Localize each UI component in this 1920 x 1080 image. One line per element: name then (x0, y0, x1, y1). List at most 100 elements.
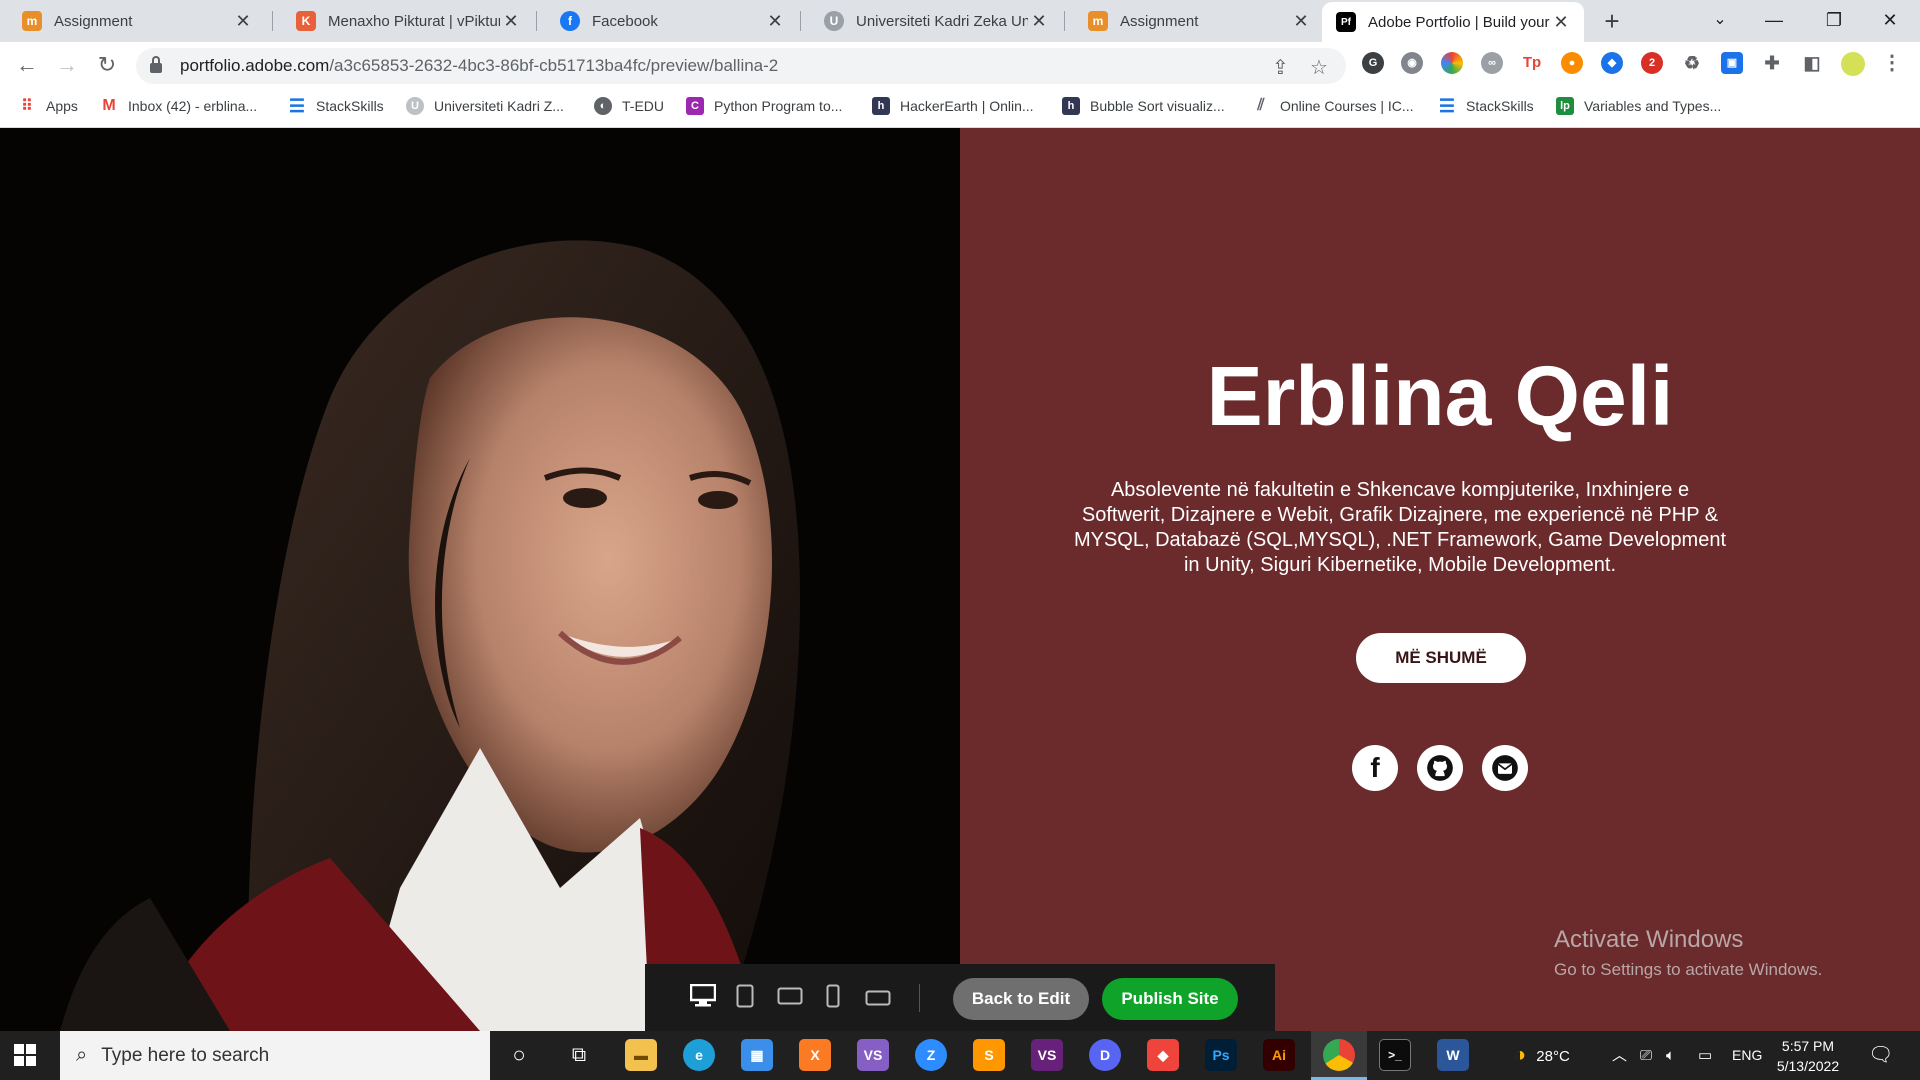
phone-landscape-icon[interactable] (865, 990, 891, 1006)
screen-recorder-extension-icon[interactable]: ▣ (1721, 52, 1743, 74)
menu-kebab-icon[interactable]: ⋮ (1881, 52, 1903, 74)
record-extension-icon[interactable]: ● (1561, 52, 1583, 74)
share-icon[interactable]: ⇪ (1272, 55, 1289, 80)
new-tab-button[interactable]: + (1596, 4, 1628, 38)
wappalyzer-extension-icon[interactable]: ∞ (1481, 52, 1503, 74)
bookmark-stackskills[interactable]: ☰ StackSkills (288, 88, 384, 124)
preview-toolbar: Back to Edit Publish Site (645, 964, 1275, 1031)
tab-title: Universiteti Kadri Zeka Univ (856, 12, 1028, 30)
windows-start-icon[interactable] (14, 1044, 36, 1066)
stop-extension-icon[interactable]: 2 (1641, 52, 1663, 74)
university-favicon-icon: U (824, 11, 844, 31)
store-icon[interactable]: ▦ (741, 1039, 773, 1071)
word-icon[interactable]: W (1437, 1039, 1469, 1071)
camera-extension-icon[interactable]: ◉ (1401, 52, 1423, 74)
task-view-icon[interactable]: ⧉ (563, 1039, 595, 1071)
tray-chevron-icon[interactable]: ︿ (1612, 1031, 1627, 1080)
bookmark-hackerearth[interactable]: h HackerEarth | Onlin... (872, 88, 1034, 124)
tab-title: Assignment (1120, 12, 1199, 30)
discord-icon[interactable]: D (1089, 1039, 1121, 1071)
bookmark-python-program[interactable]: C Python Program to... (686, 88, 842, 124)
back-arrow-icon[interactable]: ← (10, 48, 44, 82)
stackskills-icon: ☰ (1438, 95, 1456, 116)
url-text[interactable]: portfolio.adobe.com/a3c65853-2632-4bc3-8… (180, 56, 778, 76)
chrome-icon[interactable] (1323, 1039, 1355, 1071)
vpn-extension-icon[interactable]: ◆ (1601, 52, 1623, 74)
bookmark-star-icon[interactable]: ☆ (1310, 55, 1328, 80)
file-explorer-icon[interactable]: ▬ (625, 1039, 657, 1071)
phone-portrait-icon[interactable] (826, 984, 840, 1008)
bookmark-stackskills-2[interactable]: ☰ StackSkills (1438, 88, 1534, 124)
grammarly-extension-icon[interactable]: G (1362, 52, 1384, 74)
email-link[interactable] (1482, 745, 1528, 791)
close-window-button[interactable]: ✕ (1862, 0, 1918, 42)
bookmark-t-edu[interactable]: ◐ T-EDU (594, 88, 664, 124)
close-tab-icon[interactable]: ✕ (1550, 12, 1572, 33)
bookmark-universiteti[interactable]: U Universiteti Kadri Z... (406, 88, 564, 124)
bookmark-gmail[interactable]: M Inbox (42) - erblina... (100, 88, 257, 124)
tab-assignment-1[interactable]: m Assignment ✕ (0, 0, 266, 42)
tab-adobe-portfolio[interactable]: Pf Adobe Portfolio | Build your ✕ (1322, 2, 1584, 42)
anydesk-icon[interactable]: ◆ (1147, 1039, 1179, 1071)
close-tab-icon[interactable]: ✕ (232, 11, 254, 32)
battery-icon[interactable]: ▭ (1698, 1031, 1712, 1080)
address-bar[interactable]: portfolio.adobe.com/a3c65853-2632-4bc3-8… (136, 48, 1346, 84)
watermark-title: Activate Windows (1554, 926, 1744, 953)
desktop-icon[interactable] (690, 984, 716, 1008)
tab-vpiktura[interactable]: K Menaxho Pikturat | vPiktura ✕ (274, 0, 534, 42)
tab-search-icon[interactable]: ⌄ (1692, 0, 1748, 42)
tab-assignment-2[interactable]: m Assignment ✕ (1066, 0, 1324, 42)
cortana-icon[interactable]: ○ (503, 1039, 535, 1071)
edge-icon[interactable]: e (683, 1039, 715, 1071)
close-tab-icon[interactable]: ✕ (764, 11, 786, 32)
close-tab-icon[interactable]: ✕ (1290, 11, 1312, 32)
more-button[interactable]: MË SHUMË (1356, 633, 1526, 683)
tab-universiteti[interactable]: U Universiteti Kadri Zeka Univ ✕ (802, 0, 1062, 42)
terminal-icon[interactable]: >_ (1379, 1039, 1411, 1071)
bookmark-variables-types[interactable]: lp Variables and Types... (1556, 88, 1721, 124)
github-link[interactable] (1417, 745, 1463, 791)
sublime-icon[interactable]: S (973, 1039, 1005, 1071)
weather-widget[interactable]: ◑ 28°C (1514, 1031, 1570, 1080)
forward-arrow-icon[interactable]: → (50, 48, 84, 82)
back-to-edit-button[interactable]: Back to Edit (953, 978, 1089, 1020)
network-icon[interactable]: ⎚ (1640, 1031, 1652, 1080)
reload-icon[interactable]: ↻ (90, 48, 124, 82)
photoshop-icon[interactable]: Ps (1205, 1039, 1237, 1071)
illustrator-icon[interactable]: Ai (1263, 1039, 1295, 1071)
adobe-portfolio-favicon-icon: Pf (1336, 12, 1356, 32)
close-tab-icon[interactable]: ✕ (1028, 11, 1050, 32)
restore-button[interactable]: ❐ (1806, 0, 1862, 42)
taskbar-clock[interactable]: 5:57 PM 5/13/2022 (1768, 1036, 1848, 1076)
publish-site-button[interactable]: Publish Site (1102, 978, 1238, 1020)
tp-extension-icon[interactable]: Tp (1521, 52, 1543, 74)
bookmark-online-courses[interactable]: ⫽ Online Courses | IC... (1252, 88, 1413, 124)
color-picker-extension-icon[interactable] (1441, 52, 1463, 74)
tablet-portrait-icon[interactable] (736, 984, 754, 1008)
extensions-puzzle-icon[interactable]: ✚ (1761, 52, 1783, 74)
side-panel-icon[interactable]: ◧ (1801, 52, 1823, 74)
bookmark-bubble-sort[interactable]: h Bubble Sort visualiz... (1062, 88, 1225, 124)
visual-studio-icon[interactable]: VS (857, 1039, 889, 1071)
portfolio-preview: Erblina Qeli Absolevente në fakultetin e… (0, 128, 1920, 1031)
profile-avatar-icon[interactable] (1841, 52, 1865, 76)
recycle-extension-icon[interactable]: ♻ (1681, 52, 1703, 74)
xampp-icon[interactable]: X (799, 1039, 831, 1071)
lock-icon[interactable] (150, 56, 162, 73)
tab-facebook[interactable]: f Facebook ✕ (538, 0, 798, 42)
zoom-icon[interactable]: Z (915, 1039, 947, 1071)
close-tab-icon[interactable]: ✕ (500, 11, 522, 32)
language-indicator[interactable]: ENG (1732, 1031, 1762, 1080)
tablet-landscape-icon[interactable] (777, 987, 803, 1005)
bookmark-apps[interactable]: ⠿ Apps (18, 88, 78, 124)
volume-icon[interactable]: 🔈︎ (1666, 1031, 1675, 1080)
hero-panel: Erblina Qeli Absolevente në fakultetin e… (960, 128, 1920, 1031)
facebook-link[interactable]: f (1352, 745, 1398, 791)
courses-icon: ⫽ (1257, 97, 1265, 114)
notifications-icon[interactable]: 🗨︎ (1868, 1031, 1893, 1080)
taskbar-search[interactable]: ⌕ Type here to search (60, 1031, 490, 1080)
minimize-button[interactable]: — (1746, 0, 1802, 42)
facebook-icon: f (1370, 752, 1380, 783)
vs-preview-icon[interactable]: VS (1031, 1039, 1063, 1071)
tab-title: Facebook (592, 12, 658, 30)
